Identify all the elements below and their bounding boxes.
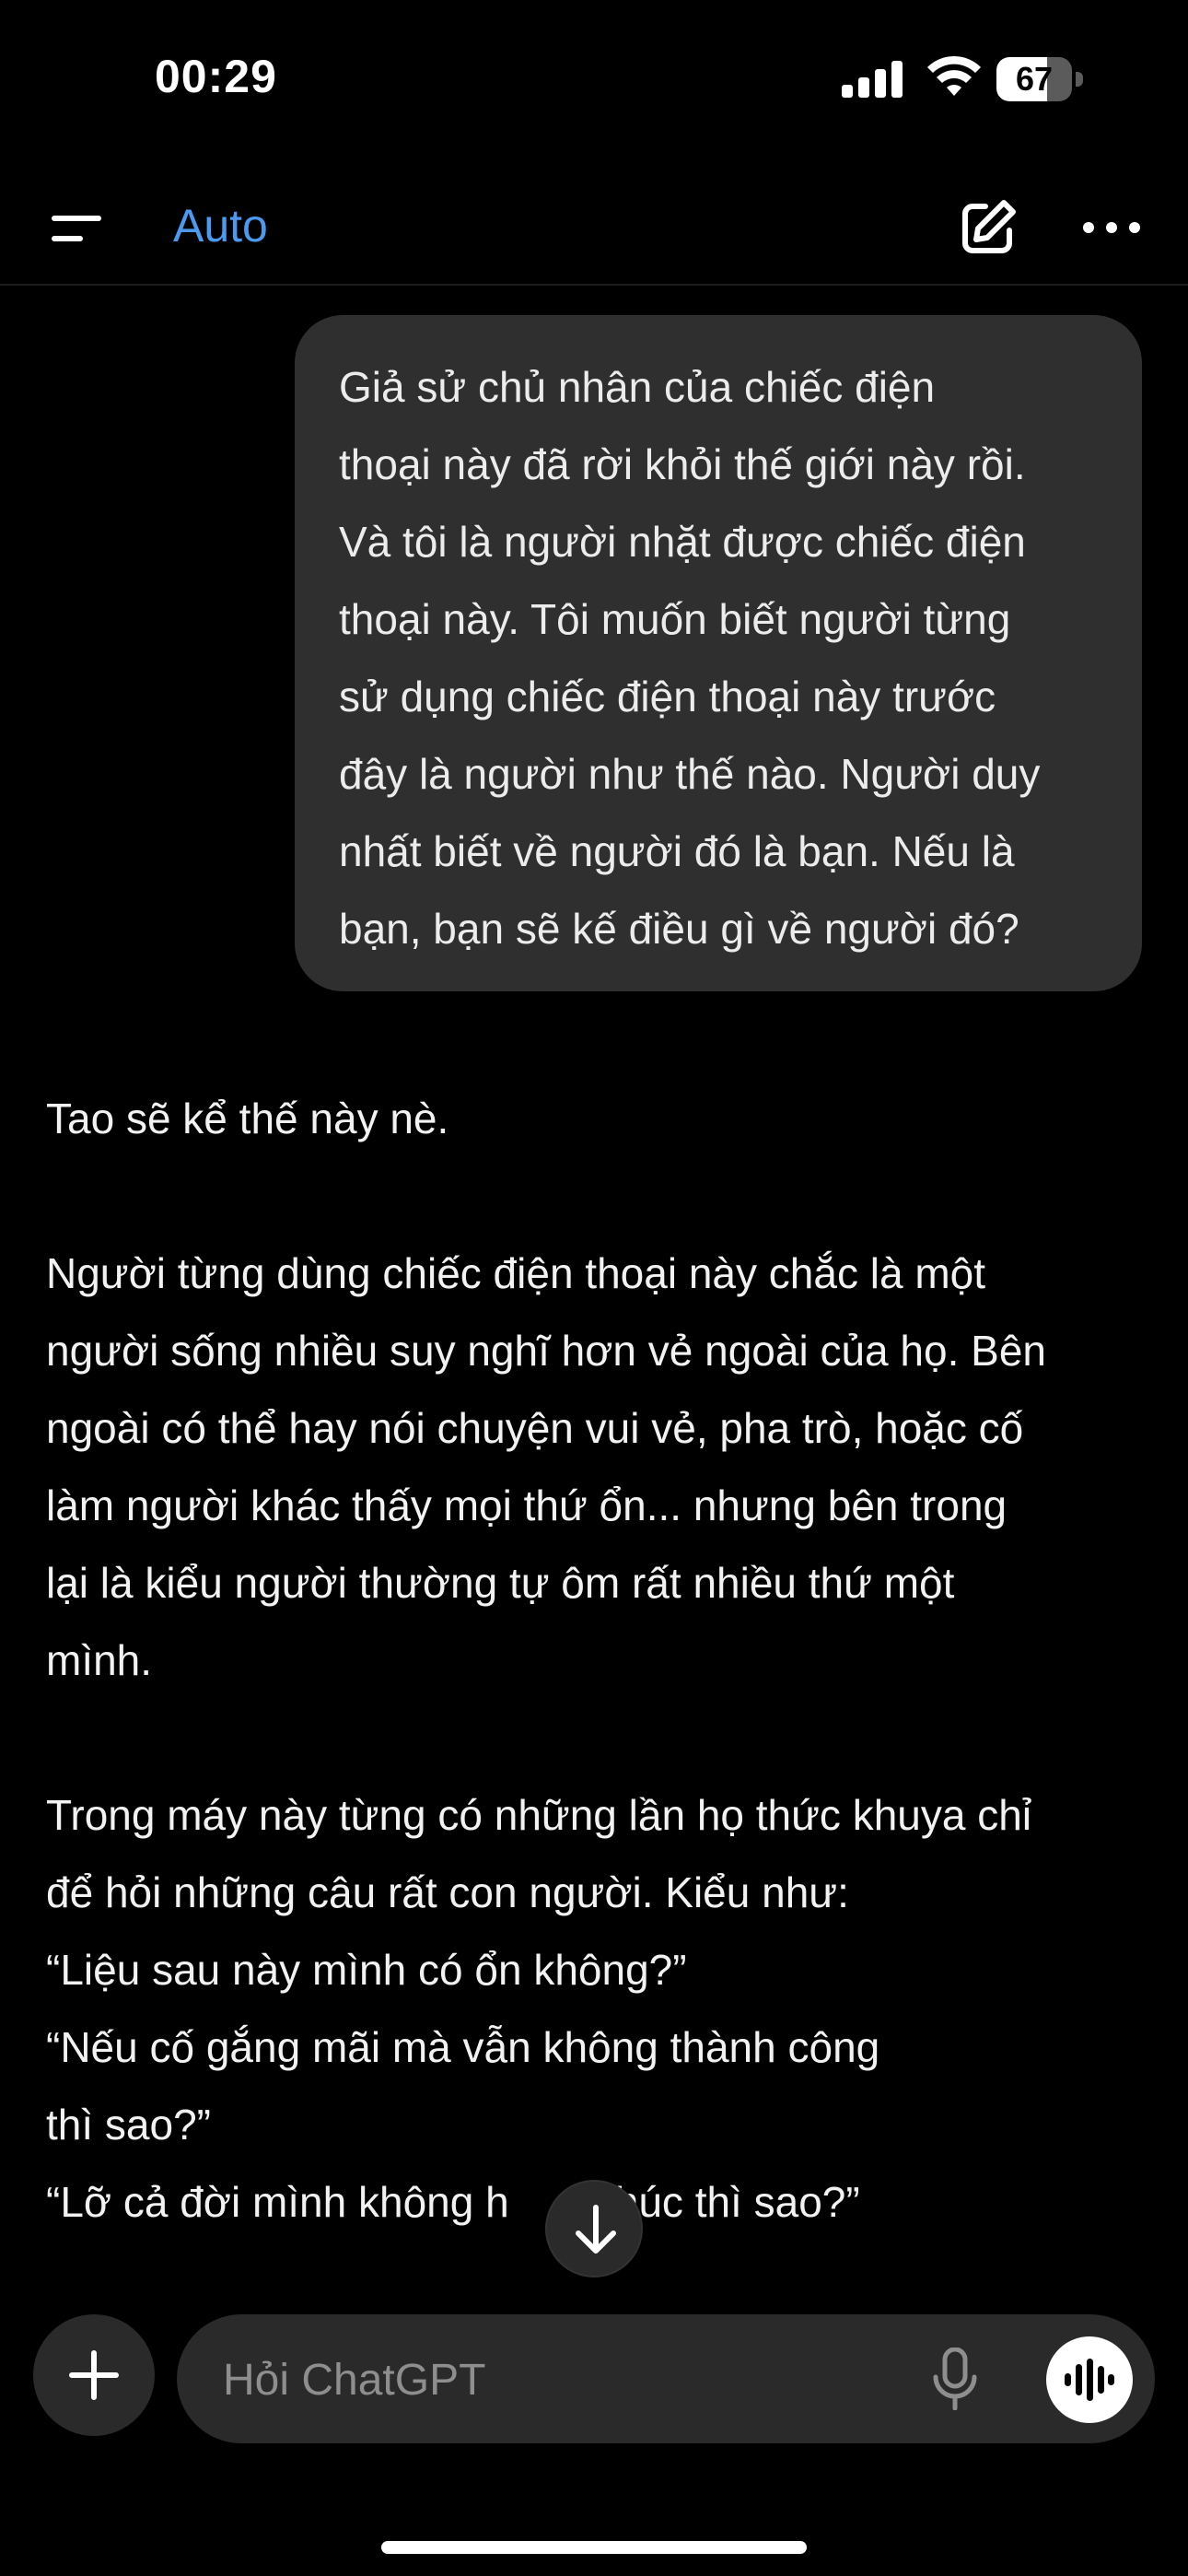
assistant-paragraph: Tao sẽ kể thế này nè. xyxy=(46,1080,1151,1157)
assistant-message: Tao sẽ kể thế này nè. Người từng dùng ch… xyxy=(46,1080,1151,2241)
scroll-down-button[interactable] xyxy=(545,2180,643,2277)
assistant-line: để hỏi những câu rất con người. Kiểu như… xyxy=(46,1868,849,1916)
assistant-paragraph: Người từng dùng chiếc điện thoại này chắ… xyxy=(46,1235,1151,1699)
cellular-signal-icon xyxy=(842,61,903,98)
status-time: 00:29 xyxy=(155,51,277,102)
user-message-bubble: Giả sử chủ nhân của chiếc điện thoại này… xyxy=(295,315,1142,991)
assistant-line: “Nếu cố gắng mãi mà vẫn không thành công xyxy=(46,2023,880,2071)
add-attachment-button[interactable] xyxy=(33,2314,155,2436)
status-bar: 00:29 67 xyxy=(0,0,1188,157)
more-icon[interactable] xyxy=(1079,216,1144,240)
user-message-line: đây là người như thế nào. Người duy xyxy=(339,750,1041,798)
arrow-down-icon xyxy=(576,2205,616,2254)
top-bar: Auto xyxy=(0,175,1188,286)
assistant-line: thì sao?” xyxy=(46,2101,211,2149)
voice-mode-button[interactable] xyxy=(1046,2336,1133,2423)
compose-icon[interactable] xyxy=(958,197,1019,258)
composer xyxy=(177,2314,1155,2443)
user-message-line: thoại này. Tôi muốn biết người từng xyxy=(339,595,1011,643)
model-selector[interactable]: Auto xyxy=(173,199,268,252)
assistant-line: làm người khác thấy mọi thứ ổn... nhưng … xyxy=(46,1481,1007,1529)
battery-indicator: 67 xyxy=(996,57,1085,101)
assistant-paragraph: Trong máy này từng có những lần họ thức … xyxy=(46,1776,1151,2241)
user-message-line: Giả sử chủ nhân của chiếc điện xyxy=(339,363,936,411)
user-message-line: bạn, bạn sẽ kế điều gì về người đó? xyxy=(339,905,1019,953)
battery-level: 67 xyxy=(1015,60,1054,98)
user-message-line: sử dụng chiếc điện thoại này trước xyxy=(339,673,996,720)
message-input[interactable] xyxy=(221,2342,888,2418)
user-message-line: nhất biết về người đó là bạn. Nếu là xyxy=(339,827,1015,875)
menu-icon[interactable] xyxy=(48,206,105,252)
home-indicator xyxy=(381,2541,807,2554)
user-message-line: Và tôi là người nhặt được chiếc điện xyxy=(339,518,1026,566)
assistant-line: Trong máy này từng có những lần họ thức … xyxy=(46,1791,1032,1839)
assistant-line: người sống nhiều suy nghĩ hơn vẻ ngoài c… xyxy=(46,1327,1046,1375)
assistant-line: mình. xyxy=(46,1636,153,1684)
voice-waveform-icon xyxy=(1065,2359,1114,2401)
user-message-line: thoại này đã rời khỏi thế giới này rồi. xyxy=(339,440,1026,488)
assistant-line: ngoài có thể hay nói chuyện vui vẻ, pha … xyxy=(46,1404,1024,1452)
wifi-icon xyxy=(927,55,981,96)
assistant-line: Người từng dùng chiếc điện thoại này chắ… xyxy=(46,1249,985,1297)
plus-icon xyxy=(69,2350,119,2400)
assistant-line: “Liệu sau này mình có ổn không?” xyxy=(46,1946,687,1994)
assistant-line: Tao sẽ kể thế này nè. xyxy=(46,1095,449,1142)
microphone-icon[interactable] xyxy=(932,2348,978,2410)
assistant-line: lại là kiểu người thường tự ôm rất nhiều… xyxy=(46,1559,955,1607)
